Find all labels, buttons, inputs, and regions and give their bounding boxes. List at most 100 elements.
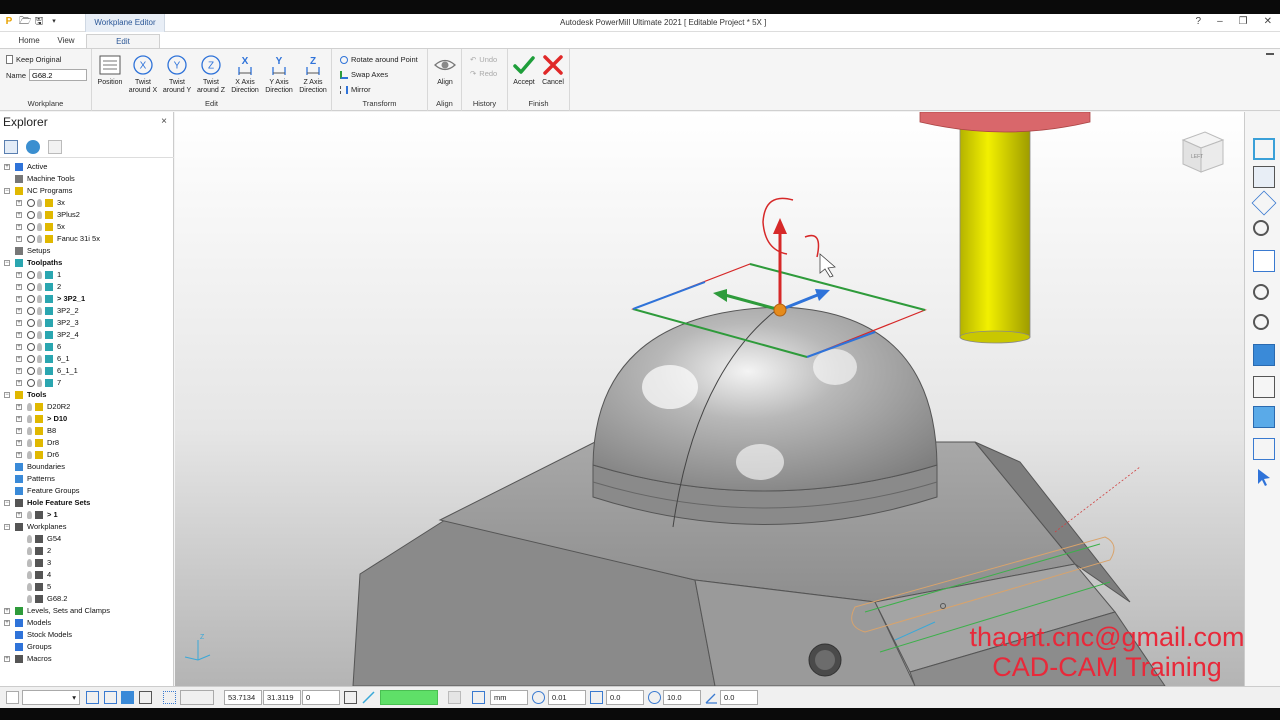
lightbulb-icon[interactable] — [27, 547, 32, 555]
tree-item[interactable]: +2 — [0, 281, 174, 293]
tree-item[interactable]: +6_1_1 — [0, 365, 174, 377]
expand-icon[interactable]: + — [4, 608, 10, 614]
tree-item[interactable]: + Active — [0, 161, 174, 173]
measure-icon[interactable] — [362, 691, 375, 704]
tree-item[interactable]: Stock Models — [0, 629, 174, 641]
lightbulb-icon[interactable] — [27, 559, 32, 567]
tree-item[interactable]: Boundaries — [0, 461, 174, 473]
collapse-icon[interactable]: − — [4, 392, 10, 398]
tree-item[interactable]: Machine Tools — [0, 173, 174, 185]
expand-icon[interactable]: + — [16, 308, 22, 314]
minimize-icon[interactable]: – — [1217, 16, 1223, 27]
tree-item[interactable]: − Tools — [0, 389, 174, 401]
lightbulb-icon[interactable] — [37, 319, 42, 327]
tree-item[interactable]: Setups — [0, 245, 174, 257]
tree-item[interactable]: + Fanuc 31i 5x — [0, 233, 174, 245]
lightbulb-icon[interactable] — [37, 367, 42, 375]
lightbulb-icon[interactable] — [37, 235, 42, 243]
angle-icon[interactable] — [705, 691, 718, 704]
tree-item[interactable]: Groups — [0, 641, 174, 653]
tree-item[interactable]: − Toolpaths — [0, 257, 174, 269]
tree-item[interactable]: − NC Programs — [0, 185, 174, 197]
twist-around-x-button[interactable]: X Twist around X — [126, 53, 160, 95]
tree-item[interactable]: Patterns — [0, 473, 174, 485]
units-field[interactable]: mm — [490, 690, 528, 705]
twist-around-z-button[interactable]: Z Twist around Z — [194, 53, 228, 95]
globe-icon[interactable] — [26, 140, 40, 154]
accept-button[interactable]: Accept — [508, 53, 540, 87]
x-axis-direction-button[interactable]: X X Axis Direction — [228, 53, 262, 95]
zoom-icon[interactable] — [1253, 220, 1269, 236]
tab-view[interactable]: View — [50, 34, 82, 48]
save-icon[interactable]: 🖫 — [34, 16, 44, 28]
zoom-box-icon[interactable] — [1253, 284, 1269, 300]
tree-item[interactable]: 5 — [0, 581, 174, 593]
tree-item[interactable]: +1 — [0, 269, 174, 281]
coordinate-x-field[interactable]: 53.7134 — [224, 690, 262, 705]
tree-item[interactable]: G54 — [0, 533, 174, 545]
explorer-close-icon[interactable]: × — [161, 116, 167, 127]
expand-icon[interactable]: + — [16, 284, 22, 290]
lightbulb-icon[interactable] — [37, 223, 42, 231]
expand-icon[interactable]: + — [16, 440, 22, 446]
expand-icon[interactable]: + — [16, 212, 22, 218]
snap-icon[interactable] — [86, 691, 99, 704]
expand-icon[interactable]: + — [16, 404, 22, 410]
y-axis-direction-button[interactable]: Y Y Axis Direction — [262, 53, 296, 95]
app-logo-icon[interactable]: P — [4, 16, 14, 28]
help-icon[interactable]: ? — [1196, 16, 1202, 27]
lightbulb-icon[interactable] — [37, 211, 42, 219]
tree-item[interactable]: 2 — [0, 545, 174, 557]
tree-item[interactable]: G68.2 — [0, 593, 174, 605]
grid-icon[interactable] — [163, 691, 176, 704]
angle-field[interactable]: 0.0 — [720, 690, 758, 705]
tree-item[interactable]: +3P2_2 — [0, 305, 174, 317]
expand-icon[interactable]: + — [16, 320, 22, 326]
collapse-icon[interactable]: − — [4, 500, 10, 506]
lightbulb-icon[interactable] — [37, 199, 42, 207]
position-button[interactable]: Position — [93, 53, 127, 87]
cursor-select-icon[interactable] — [1253, 466, 1275, 488]
diameter-field[interactable]: 10.0 — [663, 690, 701, 705]
twist-around-y-button[interactable]: Y Twist around Y — [160, 53, 194, 95]
lightbulb-icon[interactable] — [27, 511, 32, 519]
rotate-around-point-button[interactable]: Rotate around Point — [340, 55, 418, 64]
expand-icon[interactable]: + — [16, 296, 22, 302]
lightbulb-icon[interactable] — [27, 427, 32, 435]
expand-icon[interactable]: + — [16, 332, 22, 338]
expand-icon[interactable]: + — [16, 224, 22, 230]
tree-item[interactable]: − Hole Feature Sets — [0, 497, 174, 509]
tolerance-icon[interactable] — [532, 691, 545, 704]
tree-item[interactable]: − Workplanes — [0, 521, 174, 533]
lightbulb-icon[interactable] — [37, 283, 42, 291]
lightbulb-icon[interactable] — [27, 535, 32, 543]
tree-item[interactable]: 3 — [0, 557, 174, 569]
expand-icon[interactable]: + — [4, 656, 10, 662]
lightbulb-icon[interactable] — [27, 415, 32, 423]
expand-icon[interactable]: + — [16, 368, 22, 374]
tree-item[interactable]: + Models — [0, 617, 174, 629]
coordinate-y-field[interactable]: 31.3119 — [263, 690, 301, 705]
expand-icon[interactable]: + — [16, 344, 22, 350]
tree-item[interactable]: +3P2_3 — [0, 317, 174, 329]
tree-item[interactable]: + D20R2 — [0, 401, 174, 413]
snap-active-icon[interactable] — [121, 691, 134, 704]
qat-more-icon[interactable]: ▾ — [49, 16, 59, 28]
lightbulb-icon[interactable] — [27, 583, 32, 591]
restore-icon[interactable]: ❐ — [1239, 16, 1248, 27]
expand-icon[interactable]: + — [16, 200, 22, 206]
thickness-icon[interactable] — [590, 691, 603, 704]
tree-item[interactable]: + > 3P2_1 — [0, 293, 174, 305]
tree-item[interactable]: +3P2_4 — [0, 329, 174, 341]
refresh-view-icon[interactable] — [1253, 250, 1275, 272]
cancel-button[interactable]: Cancel — [537, 53, 569, 87]
pencil-icon[interactable] — [6, 691, 19, 704]
expand-icon[interactable]: + — [4, 620, 10, 626]
tree-view-icon[interactable] — [4, 140, 18, 154]
tree-item[interactable]: +6 — [0, 341, 174, 353]
lightbulb-icon[interactable] — [37, 355, 42, 363]
ribbon-collapse-icon[interactable] — [1266, 53, 1274, 55]
expand-icon[interactable]: + — [16, 272, 22, 278]
tree-item[interactable]: +7 — [0, 377, 174, 389]
expand-icon[interactable]: + — [4, 164, 10, 170]
